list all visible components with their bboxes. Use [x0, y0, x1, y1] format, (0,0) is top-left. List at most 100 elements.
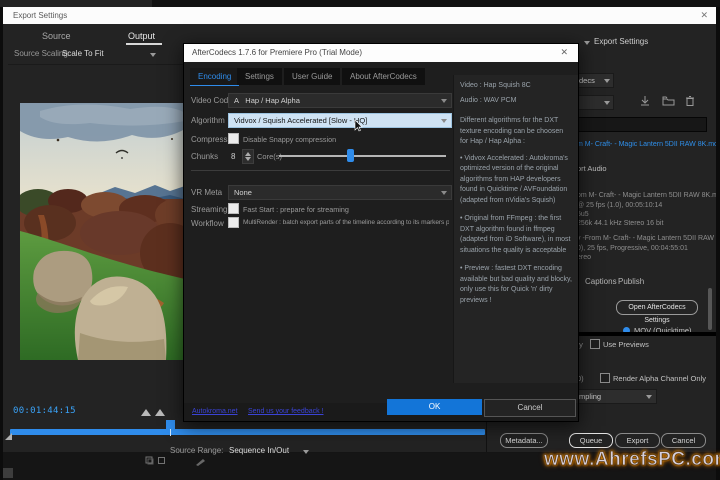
folder-icon[interactable] — [662, 95, 675, 107]
export-button[interactable]: Export — [615, 433, 660, 448]
window-title: Export Settings — [13, 11, 67, 20]
step-back-icon[interactable] — [141, 409, 151, 416]
pen-icon[interactable] — [195, 457, 207, 466]
chunks-label: Chunks — [191, 152, 218, 161]
dialog-title: AfterCodecs 1.7.6 for Premiere Pro (Tria… — [192, 48, 362, 57]
info-audio: Audio : WAV PCM — [460, 96, 572, 107]
aftercodecs-dialog: AfterCodecs 1.7.6 for Premiere Pro (Tria… — [183, 43, 579, 422]
workflow-label: Workflow — [191, 219, 224, 228]
feedback-link[interactable]: Send us your feedback ! — [248, 408, 324, 415]
dialog-tab-settings[interactable]: Settings — [237, 68, 282, 85]
preset-dropdown[interactable] — [577, 95, 614, 110]
save-preset-icon[interactable] — [639, 95, 651, 107]
tab-output[interactable]: Output — [128, 31, 155, 41]
summary-line: 256k 44.1 kHz Stereo 16 bit — [577, 220, 663, 227]
codec-value: Hap / Hap Alpha — [245, 96, 300, 105]
output-name-link[interactable]: m M- Craft- - Magic Lantern 5DII RAW 8K.… — [577, 141, 716, 148]
window-titlebar[interactable]: Export Settings ✕ — [3, 7, 716, 24]
chunks-slider[interactable] — [279, 155, 446, 157]
window-close-icon[interactable]: ✕ — [700, 10, 708, 21]
comment-field[interactable] — [577, 117, 707, 132]
timecode: 00:01:44:15 — [13, 406, 76, 416]
info-video: Video : Hap Squish 8C — [460, 81, 572, 92]
open-aftercodecs-settings-button[interactable]: Open AfterCodecs Settings — [616, 300, 698, 315]
chevron-down-icon — [441, 191, 447, 195]
chevron-down-icon — [303, 450, 309, 454]
playhead-stem — [170, 429, 171, 436]
algorithm-dropdown[interactable]: Vidvox / Squish Accelerated [Slow - HQ] — [228, 113, 452, 128]
playhead[interactable] — [166, 420, 175, 429]
dialog-titlebar[interactable]: AfterCodecs 1.7.6 for Premiere Pro (Tria… — [184, 44, 578, 62]
summary-line: @ 25 fps (1.0), 00:05:10:14 — [577, 202, 662, 209]
vr-meta-dropdown[interactable]: None — [228, 185, 452, 200]
render-alpha-label: Render Alpha Channel Only — [613, 374, 706, 383]
frame-sampling-dropdown[interactable]: mpling — [577, 389, 657, 404]
autokroma-link[interactable]: Autokroma.net — [192, 408, 238, 415]
streaming-label: Streaming — [191, 205, 227, 214]
format-dropdown[interactable]: decs — [577, 73, 614, 88]
info-bullet: • Preview : fastest DXT encoding availab… — [460, 264, 572, 306]
algorithm-label: Algorithm — [191, 116, 225, 125]
queue-button[interactable]: Queue — [569, 433, 613, 448]
mouse-cursor-icon — [354, 120, 364, 132]
watermark: www.AhrefsPC.com — [544, 449, 720, 471]
summary-line: 0), 25 fps, Progressive, 00:04:55:01 — [577, 245, 688, 252]
cancel-button[interactable]: Cancel — [661, 433, 706, 448]
in-point-marker[interactable] — [5, 433, 12, 440]
crop-icon[interactable] — [145, 456, 154, 465]
ok-button[interactable]: OK — [387, 399, 482, 415]
summary-line: om M- Craft- - Magic Lantern 5DII RAW 8K… — [577, 192, 716, 199]
chevron-down-icon — [604, 79, 610, 83]
fast-start-checkbox[interactable] — [228, 203, 239, 214]
info-bullet: • Vidvox Accelerated : Autokroma's optim… — [460, 154, 572, 207]
info-bullet: • Original from FFmpeg : the first DXT a… — [460, 214, 572, 256]
chevron-down-icon — [441, 119, 447, 123]
render-alpha-checkbox[interactable] — [600, 373, 610, 383]
dialog-body: Encoding Settings User Guide About After… — [184, 62, 578, 421]
chunks-stepper[interactable] — [242, 149, 254, 164]
spinner-down-icon[interactable] — [245, 157, 251, 161]
frame-icon[interactable] — [157, 456, 166, 465]
chunks-value: 8 — [231, 152, 235, 161]
chevron-down-icon — [150, 53, 156, 57]
panel-header: Export Settings — [594, 37, 648, 46]
mov-radio[interactable]: MOV (Quicktime) — [623, 322, 692, 332]
dialog-bottom-bar: Autokroma.net Send us your feedback ! OK… — [184, 403, 578, 421]
summary-line: ereo — [577, 254, 591, 261]
dialog-tab-about[interactable]: About AfterCodecs — [342, 68, 425, 85]
scrollbar-thumb[interactable] — [708, 288, 712, 330]
step-forward-icon[interactable] — [155, 409, 165, 416]
panel-corner — [3, 468, 13, 478]
video-codec-dropdown[interactable]: A Hap / Hap Alpha — [228, 93, 452, 108]
chevron-down-icon[interactable] — [584, 41, 590, 45]
trash-icon[interactable] — [685, 95, 695, 107]
window-border-top-dark — [152, 0, 720, 7]
tab-source[interactable]: Source — [42, 31, 71, 41]
use-previews-label: Use Previews — [603, 340, 649, 349]
metadata-button[interactable]: Metadata... — [500, 433, 548, 448]
chevron-down-icon — [646, 395, 652, 399]
source-range-dropdown[interactable]: Sequence In/Out — [229, 446, 289, 455]
source-scaling-dropdown[interactable]: Scale To Fit — [62, 49, 104, 58]
timeline-range-bar[interactable] — [10, 429, 485, 435]
chunks-slider-handle[interactable] — [347, 149, 354, 162]
spinner-up-icon[interactable] — [245, 152, 251, 156]
dialog-close-icon[interactable]: ✕ — [560, 47, 568, 58]
fast-start-label: Fast Start : prepare for streaming — [243, 205, 349, 214]
dialog-tab-encoding[interactable]: Encoding — [190, 68, 239, 86]
snappy-checkbox[interactable] — [228, 133, 239, 144]
preview-image — [20, 103, 185, 360]
multirender-checkbox[interactable] — [228, 217, 239, 228]
tab-output-underline — [126, 43, 162, 45]
summary-line: y -From M- Craft- - Magic Lantern 5DII R… — [577, 235, 716, 242]
info-intro: Different algorithms for the DXT texture… — [460, 116, 572, 148]
tab-captions[interactable]: Captions — [585, 277, 617, 286]
export-audio-label: ort Audio — [577, 164, 607, 173]
tab-publish[interactable]: Publish — [618, 277, 644, 286]
dialog-tab-user-guide[interactable]: User Guide — [284, 68, 340, 85]
export-settings-panel: Export Settings decs m M- Craft- - Magic… — [577, 24, 716, 452]
chevron-down-icon — [441, 99, 447, 103]
source-range-label: Source Range: — [170, 446, 223, 455]
dialog-cancel-button[interactable]: Cancel — [484, 399, 576, 417]
use-previews-checkbox[interactable] — [590, 339, 600, 349]
